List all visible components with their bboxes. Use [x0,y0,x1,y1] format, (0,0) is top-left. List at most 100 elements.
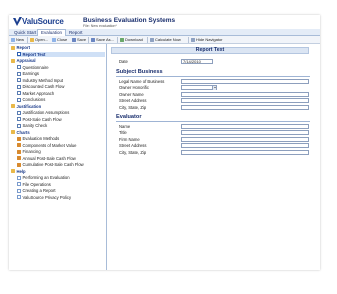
sidebar-section-label: Appraisal [16,58,36,63]
sidebar-section-charts[interactable]: Charts [11,130,30,136]
owner-name-label: Owner Name [119,91,144,97]
sidebar-item-file-operations[interactable]: File Operations [17,182,51,188]
sidebar-item-sanity-check[interactable]: Sanity Check [17,123,47,129]
sidebar-item-annual-post-sale-cash-flow[interactable]: Annual Post-Sale Cash Flow [17,156,76,162]
help-page-icon [17,195,21,200]
toolbar: New Open... Close Save Save As... Downlo… [9,36,320,44]
open-button[interactable]: Open... [30,37,48,43]
application-window: ValuSource Business Evaluation Systems F… [9,15,320,270]
owner-honorific-select[interactable] [181,85,217,90]
section-divider [116,121,310,122]
owner-name-field[interactable] [181,91,309,97]
sidebar-item-label: Performing an Evaluation [22,175,70,180]
tab-report[interactable]: Report [66,29,86,36]
save-icon [72,38,76,42]
evaluator-title-label: Title [119,130,127,135]
date-label: Date [119,59,128,64]
app-title: Business Evaluation Systems [83,17,176,24]
sidebar-item-industry-method-input[interactable]: Industry Method Input [17,78,63,84]
sidebar-section-label: Help [16,168,26,174]
sidebar-section-label: Report [16,45,31,50]
sidebar-item-earnings[interactable]: Earnings [17,71,39,77]
toolbar-divider [27,37,28,43]
brand-name: ValuSource [22,17,64,26]
sidebar-item-label: Creating a Report [22,188,56,193]
hide-navigator-button[interactable]: Hide Navigator [191,37,222,43]
sidebar-section-label: Justification [16,103,42,109]
section-divider [116,76,310,77]
download-button[interactable]: Download [120,37,143,43]
sidebar-item-label: Evaluation Methods [22,136,60,141]
toolbar-divider [188,37,189,43]
sidebar-item-conclusions[interactable]: Conclusions [17,97,45,103]
legal-name-label: Legal Name of Business [119,78,165,84]
sidebar-section-justification[interactable]: Justification [11,104,41,110]
tab-quick-start[interactable]: Quick Start [11,29,39,36]
date-field[interactable]: 7/14/2010 [181,59,213,64]
evaluator-city-state-zip-field[interactable] [181,149,309,155]
sidebar-item-label: Sanity Check [22,123,48,128]
hide-navigator-label: Hide Navigator [196,37,223,42]
chart-icon [17,149,21,154]
sidebar-item-post-sale-cash-flow[interactable]: Post-Sale Cash Flow [17,117,62,123]
sidebar-item-components-of-market-value[interactable]: Components of Market Value [17,143,76,149]
tab-evaluation[interactable]: Evaluation [37,29,67,36]
subject-business-heading: Subject Business [116,69,163,75]
sidebar-item-creating-a-report[interactable]: Creating a Report [17,188,56,194]
document-icon [17,65,21,70]
new-button[interactable]: New [11,37,24,43]
firm-name-field[interactable] [181,136,309,142]
open-icon [30,38,34,42]
evaluator-name-label: Name [119,123,131,129]
chevron-down-icon [212,86,216,90]
close-icon [52,38,56,42]
app-header: ValuSource Business Evaluation Systems F… [9,15,320,29]
navigator-sidebar: Report Report Text Appraisal Questionnai… [9,44,107,270]
sidebar-item-evaluation-methods[interactable]: Evaluation Methods [17,136,59,142]
sidebar-section-appraisal[interactable]: Appraisal [11,58,36,64]
download-label: Download [125,37,143,42]
sidebar-item-financing[interactable]: Financing [17,149,41,155]
evaluator-title-field[interactable] [181,130,309,135]
sidebar-item-questionnaire[interactable]: Questionnaire [17,65,49,71]
evaluator-name-field[interactable] [181,123,309,129]
sidebar-item-label: Conclusions [22,97,46,102]
sidebar-item-label: Financing [22,149,41,154]
calculate-now-button[interactable]: Calculate Now [150,37,181,43]
save-as-label: Save As... [96,37,115,42]
sidebar-item-performing-an-evaluation[interactable]: Performing an Evaluation [17,175,70,181]
sidebar-section-label: Charts [16,129,30,135]
close-label: Close [57,37,68,42]
open-label: Open... [35,37,49,42]
street-address-field[interactable] [181,98,309,103]
evaluator-street-address-field[interactable] [181,143,309,148]
sidebar-item-label: Earnings [22,71,40,76]
legal-name-field[interactable] [181,78,309,84]
sidebar-item-label: File Operations [22,181,51,187]
sidebar-item-discounted-cash-flow[interactable]: Discounted Cash Flow [17,84,64,90]
chart-icon [17,136,21,141]
sidebar-section-help[interactable]: Help [11,169,26,175]
evaluator-city-state-zip-label: City, State, Zip [119,149,147,155]
sidebar-section-report[interactable]: Report [11,45,30,51]
file-label: File: New evaluation* [83,24,117,28]
sidebar-item-label: Components of Market Value [22,142,77,148]
help-page-icon [17,175,21,180]
sidebar-item-justification-assumptions[interactable]: Justification Assumptions [17,110,69,116]
sidebar-item-market-approach[interactable]: Market Approach [17,91,54,97]
chart-icon [17,143,21,148]
save-as-button[interactable]: Save As... [91,37,114,43]
sidebar-item-report-text[interactable]: Report Text [17,51,105,57]
owner-honorific-label: Owner Honorific [119,85,150,90]
sidebar-item-label: Cumulative Post-Sale Cash Flow [22,162,84,167]
sidebar-item-cumulative-post-sale-cash-flow[interactable]: Cumulative Post-Sale Cash Flow [17,162,84,168]
sidebar-item-privacy-policy[interactable]: ValuSource Privacy Policy [17,195,71,201]
save-button[interactable]: Save [72,37,86,43]
evaluator-street-address-label: Street Address [119,143,147,148]
city-state-zip-field[interactable] [181,104,309,110]
document-icon [17,78,21,83]
document-icon [17,110,21,115]
help-page-icon [17,182,21,187]
close-button[interactable]: Close [52,37,67,43]
chart-icon [17,162,21,167]
